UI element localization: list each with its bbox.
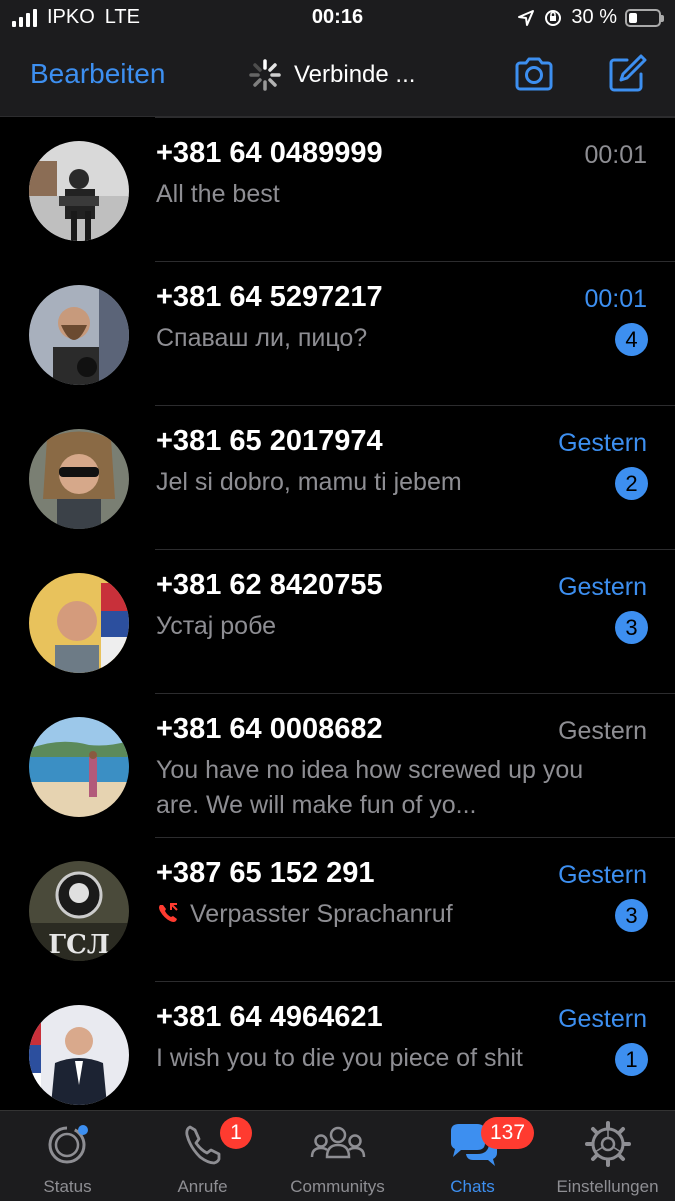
chat-name: +381 62 8420755 <box>156 569 383 601</box>
chat-row[interactable]: +381 64 0489999 00:01 All the best <box>0 117 675 261</box>
tab-label: Anrufe <box>177 1177 228 1196</box>
location-icon <box>518 9 535 26</box>
avatar[interactable] <box>29 573 129 673</box>
missed-call-text: Verpasster Sprachanruf <box>190 900 453 928</box>
avatar[interactable] <box>29 285 129 385</box>
tab-label: Status <box>43 1177 92 1196</box>
chat-timestamp: Gestern <box>558 1005 647 1033</box>
row-divider <box>155 693 675 694</box>
row-divider <box>155 117 675 118</box>
edit-button[interactable]: Bearbeiten <box>30 58 165 90</box>
chat-timestamp: Gestern <box>558 429 647 457</box>
chat-row[interactable]: +381 64 4964621 Gestern I wish you to di… <box>0 981 675 1110</box>
calls-badge: 1 <box>220 1117 252 1149</box>
chat-name: +381 64 0489999 <box>156 137 383 169</box>
unread-badge: 3 <box>615 899 648 932</box>
tab-bar: Status 1 Anrufe Communitys 137 Chats Ein… <box>0 1110 675 1201</box>
status-bar: IPKO LTE 00:16 30 % <box>0 0 675 38</box>
chat-name: +381 64 5297217 <box>156 281 383 313</box>
chat-row[interactable]: +381 64 5297217 00:01 Спаваш ли, пицо? 4 <box>0 261 675 405</box>
chat-row[interactable]: ГСЛ +387 65 152 291 Gestern Verpasster S… <box>0 837 675 981</box>
tab-label: Chats <box>450 1177 495 1196</box>
chat-preview: Verpasster Sprachanruf <box>156 897 586 932</box>
chat-preview: Jel si dobro, mamu ti jebem <box>156 468 462 496</box>
chat-row[interactable]: +381 65 2017974 Gestern Jel si dobro, ma… <box>0 405 675 549</box>
avatar[interactable]: ГСЛ <box>29 861 129 961</box>
row-divider <box>155 549 675 550</box>
chat-name: +381 65 2017974 <box>156 425 383 457</box>
chat-name: +381 64 0008682 <box>156 713 383 745</box>
row-divider <box>155 981 675 982</box>
avatar[interactable] <box>29 717 129 817</box>
status-icon <box>48 1125 88 1164</box>
chat-name: +381 64 4964621 <box>156 1001 383 1033</box>
chat-list: +381 64 0489999 00:01 All the best +381 … <box>0 117 675 1110</box>
chat-preview: You have no idea how screwed up you are.… <box>156 756 584 819</box>
rotation-lock-icon <box>545 9 562 26</box>
status-right: 30 % <box>517 6 664 29</box>
chat-preview: All the best <box>156 180 280 208</box>
unread-badge: 4 <box>615 323 648 356</box>
battery-icon <box>625 8 664 27</box>
loading-spinner-icon <box>249 59 281 91</box>
chat-timestamp: 00:01 <box>584 285 647 313</box>
tab-label: Communitys <box>290 1177 385 1196</box>
nav-title: Verbinde ... <box>294 61 416 88</box>
avatar[interactable] <box>29 1005 129 1105</box>
navigation-bar: Bearbeiten Verbinde ... <box>0 38 675 117</box>
row-divider <box>155 837 675 838</box>
avatar[interactable] <box>29 429 129 529</box>
tab-status[interactable]: Status <box>0 1111 135 1201</box>
unread-badge: 2 <box>615 467 648 500</box>
chat-preview: Устај робе <box>156 612 277 640</box>
row-divider <box>155 261 675 262</box>
chat-timestamp: Gestern <box>558 573 647 601</box>
chat-row[interactable]: +381 62 8420755 Gestern Устај робе 3 <box>0 549 675 693</box>
tab-communities[interactable]: Communitys <box>270 1111 405 1201</box>
chat-preview: Спаваш ли, пицо? <box>156 324 368 352</box>
svg-text:ГСЛ: ГСЛ <box>48 930 110 960</box>
communities-icon <box>310 1126 365 1159</box>
tab-chats[interactable]: 137 Chats <box>405 1111 540 1201</box>
chat-row[interactable]: +381 64 0008682 Gestern You have no idea… <box>0 693 675 837</box>
unread-badge: 3 <box>615 611 648 644</box>
battery-percent: 30 % <box>571 6 617 28</box>
camera-icon[interactable] <box>512 52 556 96</box>
chat-timestamp: 00:01 <box>584 141 647 169</box>
chat-timestamp: Gestern <box>558 717 647 745</box>
gear-icon <box>584 1121 631 1167</box>
tab-label: Einstellungen <box>556 1177 659 1196</box>
chat-timestamp: Gestern <box>558 861 647 889</box>
chat-preview: I wish you to die you piece of shit <box>156 1044 523 1072</box>
unread-badge: 1 <box>615 1043 648 1076</box>
row-divider <box>155 405 675 406</box>
missed-call-icon <box>159 903 178 922</box>
avatar[interactable] <box>29 141 129 241</box>
tab-settings[interactable]: Einstellungen <box>540 1111 675 1201</box>
tab-calls[interactable]: 1 Anrufe <box>135 1111 270 1201</box>
chat-name: +387 65 152 291 <box>156 857 375 889</box>
connection-status: Verbinde ... <box>248 58 415 92</box>
chats-badge: 137 <box>481 1117 535 1149</box>
compose-icon[interactable] <box>605 52 649 96</box>
